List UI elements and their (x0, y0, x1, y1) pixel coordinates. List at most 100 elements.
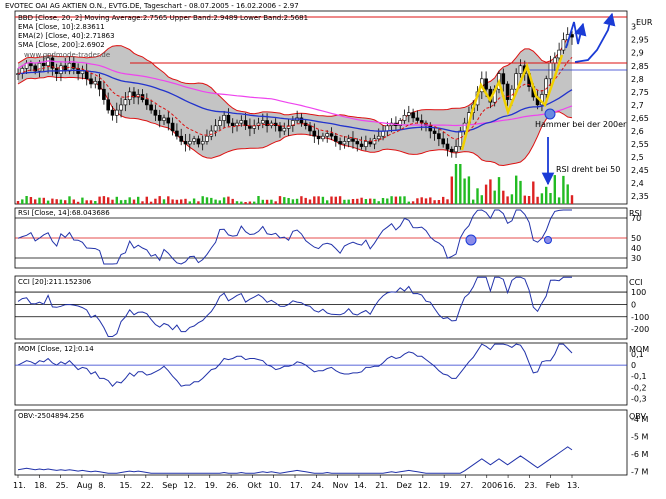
mom-label: MOM (629, 345, 649, 354)
cci-tick: 100 (631, 288, 646, 297)
volume-bar (399, 196, 402, 204)
site-watermark: www.godmode-trader.de (24, 51, 110, 59)
candle-body (552, 57, 557, 64)
candle-body (561, 39, 566, 51)
volume-bar (450, 176, 453, 204)
volume-bar (261, 199, 264, 204)
candle-body (428, 125, 433, 132)
volume-bar (55, 199, 58, 204)
price-tick: 2,35 (631, 192, 649, 201)
volume-bar (532, 181, 535, 204)
volume-bar (291, 199, 295, 204)
candle-body (218, 120, 222, 126)
candle-body (157, 115, 162, 121)
volume-bar (25, 196, 28, 204)
volume-bar (68, 196, 71, 204)
volume-bar (403, 196, 406, 204)
volume-bar (360, 197, 363, 204)
volume-bar (21, 199, 24, 204)
x-tick-label: Feb (546, 481, 560, 490)
volume-bar (523, 195, 526, 204)
volume-bar (364, 199, 368, 204)
obv-tick: -5 M (631, 432, 649, 441)
candle-body (260, 120, 265, 124)
rsi-tick: 40 (631, 244, 641, 253)
x-tick-label: Dez (397, 481, 412, 490)
volume-bar (295, 198, 299, 204)
volume-bar (283, 197, 286, 204)
candle-body (518, 65, 523, 74)
x-tick-label: 2006 (482, 481, 502, 490)
candle-body (205, 135, 209, 142)
volume-bar (321, 196, 325, 204)
volume-bar (132, 199, 136, 204)
volume-bar (141, 201, 144, 204)
volume-bar (34, 199, 37, 204)
volume-bar (278, 196, 282, 204)
candle-body (239, 120, 244, 124)
candle-body (445, 143, 450, 150)
candle-body (484, 78, 488, 90)
volume-bar (270, 199, 273, 204)
volume-bar (463, 178, 466, 204)
x-tick-label: 24. (311, 481, 324, 490)
rsi-legend: RSI [Close, 14]:68.043686 (18, 209, 110, 217)
volume-bar (59, 199, 63, 204)
x-tick-label: 15. (120, 481, 133, 490)
volume-bar (72, 199, 75, 204)
candle-body (312, 130, 317, 137)
candle-body (432, 130, 437, 134)
x-tick-label: 8. (98, 481, 106, 490)
volume-bar (300, 196, 303, 204)
volume-bar (308, 199, 312, 204)
candle-body (333, 135, 338, 142)
x-tick-label: 26. (226, 481, 239, 490)
volume-bar (540, 193, 544, 204)
volume-bar (188, 201, 191, 204)
rsi-label: RSI (629, 209, 642, 218)
obv-panel-frame (14, 409, 628, 476)
volume-bar (476, 188, 479, 204)
x-tick-label: 16. (503, 481, 516, 490)
volume-bar (81, 197, 84, 204)
obv-label: OBV (629, 412, 647, 421)
x-tick-label: 13. (567, 481, 580, 490)
volume-bar (98, 196, 101, 204)
volume-bar (446, 199, 449, 204)
volume-bar (407, 201, 410, 204)
chart-canvas: 32,952,92,852,82,752,72,652,62,552,52,45… (5, 2, 653, 490)
candle-body (170, 122, 175, 132)
volume-bar (149, 201, 153, 204)
volume-bar (313, 196, 316, 204)
volume-bar (330, 196, 333, 204)
candle-body (230, 122, 235, 126)
cci-tick: 0 (631, 300, 636, 309)
candle-body (119, 104, 123, 111)
volume-bar (502, 190, 505, 204)
volume-bar (381, 198, 385, 204)
candle-body (415, 117, 420, 121)
volume-bar (424, 198, 428, 204)
candle-body (406, 112, 411, 116)
volume-bar (536, 196, 539, 204)
volume-bar (326, 200, 329, 204)
annotation-hammer: Hammer bei der 200er (535, 120, 627, 129)
cci-label: CCI (629, 278, 643, 287)
candle-body (278, 125, 282, 132)
rsi-marker-1 (465, 234, 477, 246)
legend-bbd: BBD [Close, 20, 2] Moving Average:2.7565… (18, 14, 308, 22)
candle-body (123, 99, 128, 106)
x-tick-label: Nov (333, 481, 349, 490)
volume-bar (145, 196, 148, 204)
x-tick-label: 25. (56, 481, 69, 490)
candle-body (505, 83, 510, 100)
volume-bar (51, 198, 54, 204)
volume-bar (545, 186, 548, 204)
candle-body (188, 141, 192, 145)
volume-bar (416, 198, 419, 204)
x-tick-label: 11. (13, 481, 26, 490)
volume-bar (257, 196, 260, 204)
x-tick-label: Sep (162, 481, 177, 490)
volume-bar (38, 197, 41, 204)
volume-bar (94, 201, 97, 204)
